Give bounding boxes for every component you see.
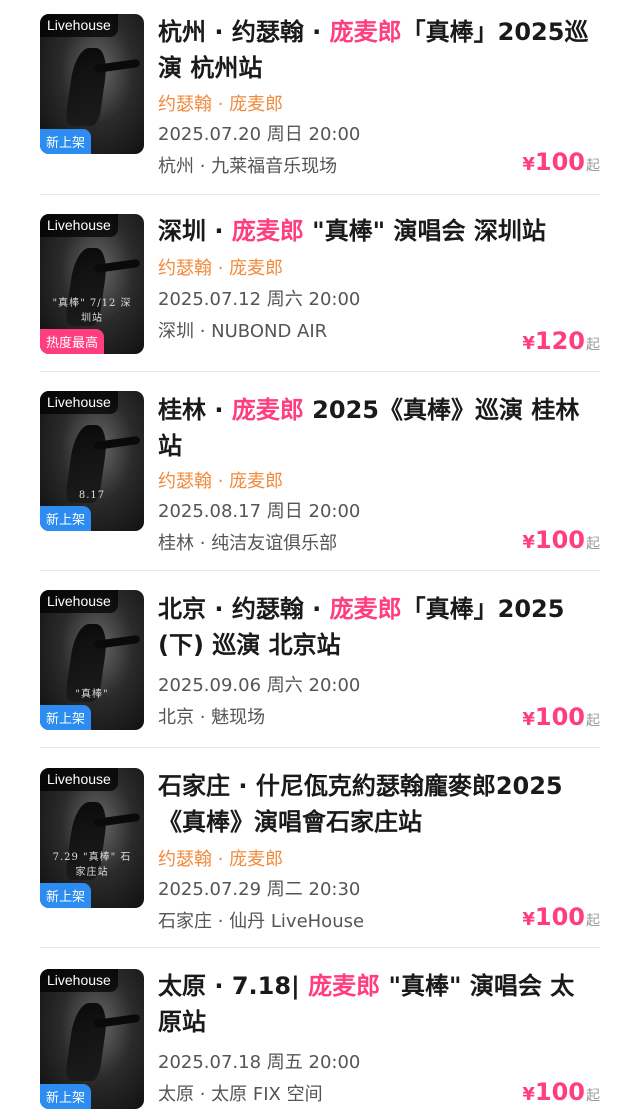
currency-symbol: ¥ <box>522 1084 535 1105</box>
event-venue: 桂林 · 纯洁友谊俱乐部 <box>158 533 338 554</box>
poster-caption: 8.17 <box>78 490 106 501</box>
artist-name: 约瑟翰 · 庞麦郎 <box>158 849 284 870</box>
title-text: "真棒" 演唱会 深圳站 <box>303 217 546 245</box>
price-suffix: 起 <box>586 158 600 174</box>
event-venue: 深圳 · NUBOND AIR <box>158 321 328 342</box>
title-text: 深圳 · <box>158 217 232 245</box>
event-venue: 北京 · 魅现场 <box>158 707 266 728</box>
currency-symbol: ¥ <box>522 154 535 175</box>
price-suffix: 起 <box>586 713 600 729</box>
price-value: 100 <box>534 703 585 731</box>
new-listing-tag: 新上架 <box>40 705 92 730</box>
event-date: 2025.07.29 周二 20:30 <box>158 879 361 900</box>
event-card[interactable]: Livehouse 新上架 太原 · 7.18| 庞麦郎 "真棒" 演唱会 太原… <box>0 948 640 1117</box>
price-value: 100 <box>534 903 585 931</box>
title-text: 石家庄 · 什尼佤克約瑟翰龐麥郎2025《真棒》演唱會石家庄站 <box>158 772 563 836</box>
event-venue: 太原 · 太原 FIX 空间 <box>158 1084 323 1105</box>
event-title[interactable]: 深圳 · 庞麦郎 "真棒" 演唱会 深圳站 <box>158 213 598 249</box>
event-poster[interactable]: "真棒" Livehouse 新上架 <box>40 590 144 730</box>
title-text: 太原 · 7.18| <box>158 972 309 1000</box>
title-text: 桂林 · <box>158 396 232 424</box>
new-listing-tag: 新上架 <box>40 883 92 908</box>
price-suffix: 起 <box>586 913 600 929</box>
artist-name: 约瑟翰 · 庞麦郎 <box>158 94 284 115</box>
title-highlight: 庞麦郎 <box>308 972 381 1000</box>
title-text: 北京 · 约瑟翰 · <box>158 595 330 623</box>
event-card[interactable]: Livehouse 新上架 杭州 · 约瑟翰 · 庞麦郎「真棒」2025巡演 杭… <box>0 0 640 195</box>
price-value: 100 <box>534 526 585 554</box>
poster-caption: "真棒" <box>75 689 109 700</box>
event-poster[interactable]: Livehouse 新上架 <box>40 14 144 154</box>
title-highlight: 庞麦郎 <box>231 396 304 424</box>
event-price: ¥100起 <box>522 526 600 554</box>
event-card[interactable]: "真棒" 7/12 深圳站 Livehouse 热度最高 深圳 · 庞麦郎 "真… <box>0 195 640 372</box>
currency-symbol: ¥ <box>522 333 535 354</box>
price-suffix: 起 <box>586 337 600 353</box>
event-card[interactable]: 7.29 "真棒" 石家庄站 Livehouse 新上架 石家庄 · 什尼佤克約… <box>0 748 640 948</box>
artist-name: 约瑟翰 · 庞麦郎 <box>158 471 284 492</box>
event-poster[interactable]: Livehouse 新上架 <box>40 969 144 1109</box>
livehouse-badge: Livehouse <box>40 14 118 37</box>
event-price: ¥100起 <box>522 703 600 731</box>
livehouse-badge: Livehouse <box>40 969 118 992</box>
event-price: ¥100起 <box>522 903 600 931</box>
event-title[interactable]: 桂林 · 庞麦郎 2025《真棒》巡演 桂林站 <box>158 392 598 464</box>
event-title[interactable]: 北京 · 约瑟翰 · 庞麦郎「真棒」2025 (下) 巡演 北京站 <box>158 591 598 663</box>
livehouse-badge: Livehouse <box>40 391 118 414</box>
artist-silhouette <box>64 48 110 126</box>
event-poster[interactable]: 8.17 Livehouse 新上架 <box>40 391 144 531</box>
currency-symbol: ¥ <box>522 709 535 730</box>
new-listing-tag: 新上架 <box>40 129 92 154</box>
livehouse-badge: Livehouse <box>40 590 118 613</box>
new-listing-tag: 新上架 <box>40 1084 92 1109</box>
event-title[interactable]: 石家庄 · 什尼佤克約瑟翰龐麥郎2025《真棒》演唱會石家庄站 <box>158 768 598 840</box>
event-venue: 杭州 · 九莱福音乐现场 <box>158 156 338 177</box>
hot-tag: 热度最高 <box>40 329 105 354</box>
event-date: 2025.07.20 周日 20:00 <box>158 124 361 145</box>
artist-name: 约瑟翰 · 庞麦郎 <box>158 258 284 279</box>
event-date: 2025.08.17 周日 20:00 <box>158 501 361 522</box>
event-venue: 石家庄 · 仙丹 LiveHouse <box>158 911 365 932</box>
event-price: ¥100起 <box>522 1078 600 1106</box>
livehouse-badge: Livehouse <box>40 214 118 237</box>
event-poster[interactable]: 7.29 "真棒" 石家庄站 Livehouse 新上架 <box>40 768 144 908</box>
price-value: 100 <box>534 148 585 176</box>
event-card[interactable]: 8.17 Livehouse 新上架 桂林 · 庞麦郎 2025《真棒》巡演 桂… <box>0 372 640 571</box>
price-value: 100 <box>534 1078 585 1106</box>
price-value: 120 <box>534 327 585 355</box>
title-text: 杭州 · 约瑟翰 · <box>158 18 330 46</box>
title-highlight: 庞麦郎 <box>329 18 402 46</box>
artist-silhouette <box>64 1003 110 1081</box>
event-date: 2025.07.12 周六 20:00 <box>158 289 361 310</box>
event-card[interactable]: "真棒" Livehouse 新上架 北京 · 约瑟翰 · 庞麦郎「真棒」202… <box>0 571 640 748</box>
price-suffix: 起 <box>586 536 600 552</box>
event-price: ¥100起 <box>522 148 600 176</box>
event-date: 2025.09.06 周六 20:00 <box>158 675 361 696</box>
title-highlight: 庞麦郎 <box>329 595 402 623</box>
event-title[interactable]: 杭州 · 约瑟翰 · 庞麦郎「真棒」2025巡演 杭州站 <box>158 14 598 86</box>
currency-symbol: ¥ <box>522 909 535 930</box>
poster-caption: 7.29 "真棒" 石家庄站 <box>52 852 132 878</box>
event-price: ¥120起 <box>522 327 600 355</box>
poster-caption: "真棒" 7/12 深圳站 <box>52 298 132 324</box>
new-listing-tag: 新上架 <box>40 506 92 531</box>
event-title[interactable]: 太原 · 7.18| 庞麦郎 "真棒" 演唱会 太原站 <box>158 968 598 1040</box>
currency-symbol: ¥ <box>522 532 535 553</box>
event-poster[interactable]: "真棒" 7/12 深圳站 Livehouse 热度最高 <box>40 214 144 354</box>
price-suffix: 起 <box>586 1088 600 1104</box>
title-highlight: 庞麦郎 <box>231 217 304 245</box>
livehouse-badge: Livehouse <box>40 768 118 791</box>
event-date: 2025.07.18 周五 20:00 <box>158 1052 361 1073</box>
